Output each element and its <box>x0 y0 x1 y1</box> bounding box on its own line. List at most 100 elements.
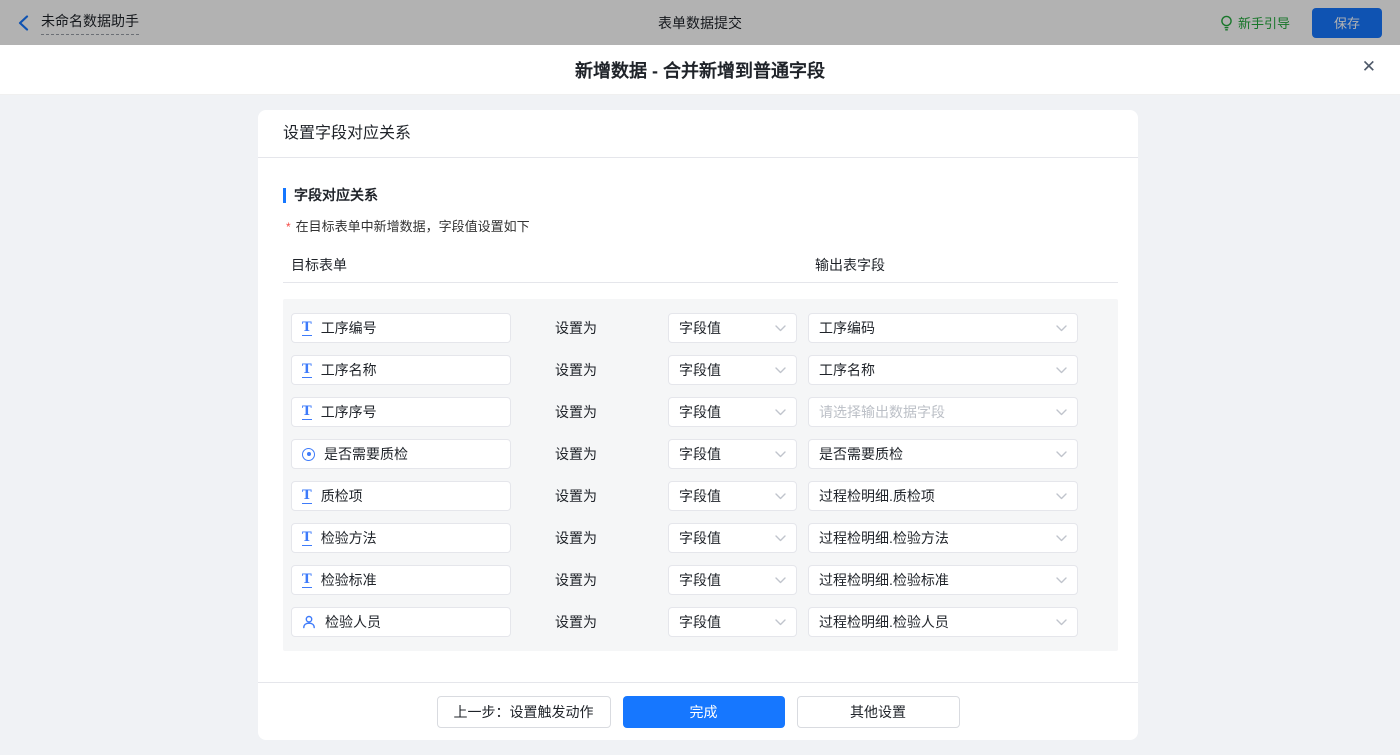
target-field-box: 检验人员 <box>291 607 511 637</box>
target-field-name: 工序名称 <box>321 360 377 380</box>
previous-step-button[interactable]: 上一步：设置触发动作 <box>437 696 611 728</box>
value-mode-selected: 字段值 <box>679 528 721 548</box>
mapping-row: T 检验方法 设置为 字段值 过程 <box>291 523 1110 553</box>
text-field-icon: T <box>302 489 312 504</box>
other-settings-button[interactable]: 其他设置 <box>797 696 960 728</box>
value-mode-select[interactable]: 字段值 <box>668 355 797 385</box>
target-field-name: 是否需要质检 <box>324 444 408 464</box>
text-field-icon: T <box>302 363 312 378</box>
field-mapping-card: 设置字段对应关系 字段对应关系 * 在目标表单中新增数据，字段值设置如下 目标表单… <box>258 110 1138 740</box>
output-field-select[interactable]: 是否需要质检 <box>808 439 1078 469</box>
modal-body: 设置字段对应关系 字段对应关系 * 在目标表单中新增数据，字段值设置如下 目标表单… <box>0 95 1400 755</box>
target-field-box: T 检验方法 <box>291 523 511 553</box>
set-as-label: 设置为 <box>555 486 597 506</box>
page-dim-overlay <box>0 0 1400 45</box>
mapping-row: 检验人员 设置为 字段值 过程检明细.检验人员 <box>291 607 1110 637</box>
target-field-box: T 质检项 <box>291 481 511 511</box>
set-as-label: 设置为 <box>555 318 597 338</box>
chevron-down-icon <box>775 535 786 542</box>
value-mode-selected: 字段值 <box>679 570 721 590</box>
set-as-label: 设置为 <box>555 402 597 422</box>
done-button[interactable]: 完成 <box>623 696 785 728</box>
column-headers: 目标表单 输出表字段 <box>283 253 1118 283</box>
mapping-row: T 工序序号 设置为 字段值 请选 <box>291 397 1110 427</box>
chevron-down-icon <box>775 451 786 458</box>
value-mode-selected: 字段值 <box>679 444 721 464</box>
target-field-name: 检验人员 <box>325 612 381 632</box>
mapping-row: T 质检项 设置为 字段值 过程检 <box>291 481 1110 511</box>
value-mode-select[interactable]: 字段值 <box>668 397 797 427</box>
output-field-select[interactable]: 工序名称 <box>808 355 1078 385</box>
target-field-box: 是否需要质检 <box>291 439 511 469</box>
modal-header: 新增数据 - 合并新增到普通字段 ✕ <box>0 45 1400 95</box>
output-select-value: 过程检明细.检验人员 <box>819 612 949 632</box>
output-select-value: 过程检明细.质检项 <box>819 486 935 506</box>
chevron-down-icon <box>775 325 786 332</box>
set-as-label: 设置为 <box>555 570 597 590</box>
target-field-box: T 工序序号 <box>291 397 511 427</box>
output-field-select[interactable]: 过程检明细.检验方法 <box>808 523 1078 553</box>
close-icon[interactable]: ✕ <box>1362 58 1376 75</box>
output-select-value: 过程检明细.检验标准 <box>819 570 949 590</box>
output-field-select[interactable]: 过程检明细.质检项 <box>808 481 1078 511</box>
card-footer: 上一步：设置触发动作 完成 其他设置 <box>258 682 1138 740</box>
set-as-label: 设置为 <box>555 612 597 632</box>
output-field-select[interactable]: 请选择输出数据字段 <box>808 397 1078 427</box>
text-field-icon: T <box>302 573 312 588</box>
chevron-down-icon <box>1056 619 1067 626</box>
target-field-name: 工序编号 <box>321 318 377 338</box>
target-field-name: 质检项 <box>321 486 363 506</box>
target-field-box: T 工序编号 <box>291 313 511 343</box>
output-select-value: 工序编码 <box>819 318 875 338</box>
mapping-row: 是否需要质检 设置为 字段值 是否需要质检 <box>291 439 1110 469</box>
radio-field-icon <box>302 448 315 461</box>
value-mode-selected: 字段值 <box>679 402 721 422</box>
output-select-value: 请选择输出数据字段 <box>819 402 945 422</box>
text-field-icon: T <box>302 405 312 420</box>
text-field-icon: T <box>302 531 312 546</box>
card-header-title: 设置字段对应关系 <box>258 110 1138 158</box>
output-field-select[interactable]: 过程检明细.检验人员 <box>808 607 1078 637</box>
output-select-value: 是否需要质检 <box>819 444 903 464</box>
chevron-down-icon <box>775 577 786 584</box>
output-field-select[interactable]: 过程检明细.检验标准 <box>808 565 1078 595</box>
output-field-select[interactable]: 工序编码 <box>808 313 1078 343</box>
chevron-down-icon <box>775 493 786 500</box>
value-mode-selected: 字段值 <box>679 360 721 380</box>
mapping-rows-container: T 工序编号 设置为 字段值 工序 <box>283 299 1118 651</box>
value-mode-select[interactable]: 字段值 <box>668 481 797 511</box>
value-mode-selected: 字段值 <box>679 486 721 506</box>
chevron-down-icon <box>1056 577 1067 584</box>
chevron-down-icon <box>1056 535 1067 542</box>
target-field-box: T 工序名称 <box>291 355 511 385</box>
user-field-icon <box>302 615 316 629</box>
chevron-down-icon <box>1056 451 1067 458</box>
column-header-target-form: 目标表单 <box>291 255 347 275</box>
chevron-down-icon <box>775 619 786 626</box>
value-mode-selected: 字段值 <box>679 318 721 338</box>
mapping-row: T 工序编号 设置为 字段值 工序 <box>291 313 1110 343</box>
note-text: 在目标表单中新增数据，字段值设置如下 <box>296 219 530 234</box>
chevron-down-icon <box>1056 367 1067 374</box>
value-mode-selected: 字段值 <box>679 612 721 632</box>
set-as-label: 设置为 <box>555 360 597 380</box>
required-mark: * <box>286 220 291 234</box>
set-as-label: 设置为 <box>555 444 597 464</box>
value-mode-select[interactable]: 字段值 <box>668 523 797 553</box>
top-bar: 未命名数据助手 表单数据提交 新手引导 保存 <box>0 0 1400 45</box>
value-mode-select[interactable]: 字段值 <box>668 607 797 637</box>
column-header-output-fields: 输出表字段 <box>815 255 885 275</box>
chevron-down-icon <box>775 409 786 416</box>
value-mode-select[interactable]: 字段值 <box>668 313 797 343</box>
value-mode-select[interactable]: 字段值 <box>668 565 797 595</box>
output-select-value: 过程检明细.检验方法 <box>819 528 949 548</box>
value-mode-select[interactable]: 字段值 <box>668 439 797 469</box>
section-note: * 在目标表单中新增数据，字段值设置如下 <box>283 216 1118 235</box>
section-title: 字段对应关系 <box>283 188 1118 203</box>
output-select-value: 工序名称 <box>819 360 875 380</box>
set-as-label: 设置为 <box>555 528 597 548</box>
target-field-box: T 检验标准 <box>291 565 511 595</box>
text-field-icon: T <box>302 321 312 336</box>
modal-title: 新增数据 - 合并新增到普通字段 <box>575 57 825 83</box>
mapping-row: T 工序名称 设置为 字段值 工序 <box>291 355 1110 385</box>
